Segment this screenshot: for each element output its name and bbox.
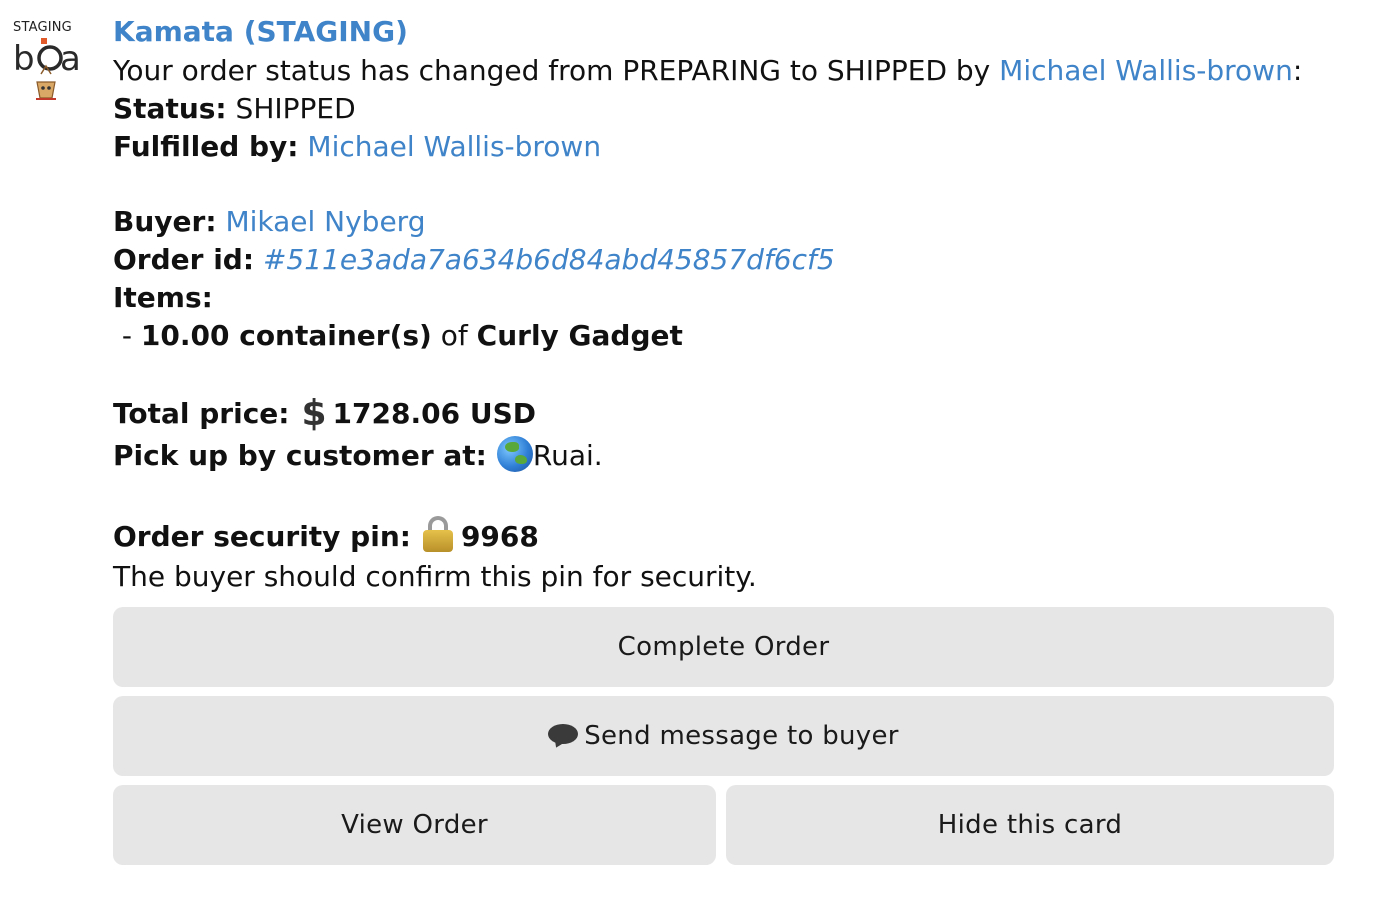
status-change-text: Your order status has changed from PREPA…: [113, 54, 1000, 87]
view-order-button[interactable]: View Order: [113, 785, 716, 865]
total-price-label: Total price:: [113, 397, 290, 430]
pickup-location: Ruai.: [532, 439, 603, 472]
buyer-line: Buyer: Mikael Nyberg: [113, 203, 1353, 241]
chat-message-card: STAGING b a Kamata (STAGING) Your order …: [0, 0, 1373, 900]
security-pin-note: The buyer should confirm this pin for se…: [113, 560, 757, 593]
sender-name[interactable]: Kamata (STAGING): [113, 12, 1353, 52]
hide-card-label: Hide this card: [937, 810, 1123, 840]
fulfilled-by-link[interactable]: Michael Wallis-brown: [307, 130, 601, 163]
item-bullet: -: [113, 319, 141, 352]
order-id-line: Order id: #511e3ada7a634b6d84abd45857df6…: [113, 241, 1353, 279]
total-price-line: Total price: $1728.06 USD: [113, 392, 1353, 436]
message-body: Kamata (STAGING) Your order status has c…: [113, 12, 1353, 596]
changed-by-user-link[interactable]: Michael Wallis-brown: [999, 54, 1293, 87]
item-of: of: [431, 319, 477, 352]
svg-text:a: a: [60, 39, 81, 79]
status-value: SHIPPED: [226, 92, 356, 125]
send-message-label: Send message to buyer: [584, 721, 899, 751]
status-label: Status:: [113, 92, 227, 125]
fulfilled-line: Fulfilled by: Michael Wallis-brown: [113, 128, 1353, 166]
view-order-label: View Order: [341, 810, 488, 840]
total-price-value: 1728.06 USD: [332, 397, 536, 430]
pickup-label: Pick up by customer at:: [113, 439, 487, 472]
security-pin-label: Order security pin:: [113, 520, 411, 553]
order-id-link[interactable]: #511e3ada7a634b6d84abd45857df6cf5: [263, 243, 835, 276]
dollar-icon: $: [301, 393, 327, 434]
item-entry: - 10.00 container(s) of Curly Gadget: [113, 317, 1353, 355]
items-line: Items:: [113, 279, 1353, 317]
complete-order-label: Complete Order: [617, 632, 830, 662]
bot-avatar[interactable]: STAGING b a: [10, 18, 86, 100]
item-quantity: 10.00 container(s): [140, 319, 432, 352]
fulfilled-label: Fulfilled by:: [113, 130, 299, 163]
order-id-label: Order id:: [113, 243, 255, 276]
bot-logo-icon: b a: [13, 38, 81, 100]
security-pin-value: 9968: [460, 520, 539, 553]
status-change-colon: :: [1292, 54, 1303, 87]
send-message-button[interactable]: Send message to buyer: [113, 696, 1334, 776]
staging-badge: STAGING: [13, 20, 72, 35]
speech-bubble-icon: [548, 724, 579, 751]
item-name: Curly Gadget: [476, 319, 683, 352]
buyer-label: Buyer:: [113, 205, 217, 238]
svg-text:b: b: [13, 39, 34, 79]
status-line: Status: SHIPPED: [113, 90, 1353, 128]
items-label: Items:: [113, 281, 213, 314]
security-pin-line: Order security pin: 9968: [113, 516, 1353, 558]
status-change-line: Your order status has changed from PREPA…: [113, 52, 1353, 90]
hide-card-button[interactable]: Hide this card: [726, 785, 1334, 865]
complete-order-button[interactable]: Complete Order: [113, 607, 1334, 687]
buyer-link[interactable]: Mikael Nyberg: [225, 205, 425, 238]
pickup-line: Pick up by customer at: Ruai.: [113, 436, 1353, 476]
lock-icon: [422, 516, 453, 552]
globe-icon: [496, 436, 533, 472]
